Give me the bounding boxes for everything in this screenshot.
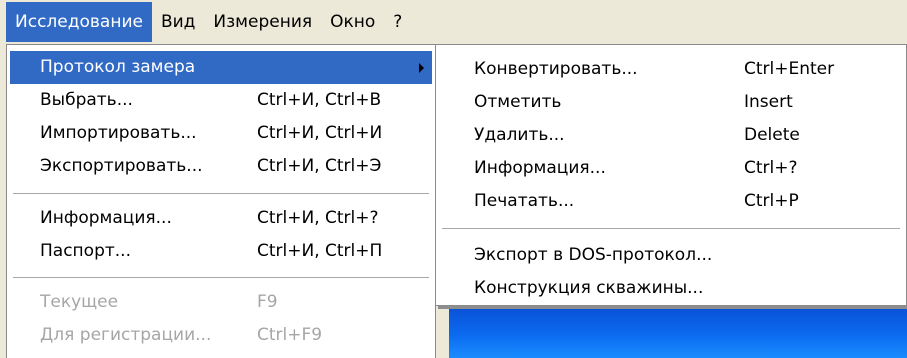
menu-item-shortcut: Ctrl+И, Ctrl+? [257, 208, 379, 228]
menu-item-otmetit[interactable]: Отметить Insert [436, 86, 906, 119]
menu-bar: Исследование Вид Измерения Окно ? [0, 0, 907, 44]
menu-item-label: Экспортировать... [40, 156, 203, 176]
menu-item-importirovat[interactable]: Импортировать... Ctrl+И, Ctrl+И [7, 117, 435, 150]
menu-item-shortcut: Ctrl+F9 [257, 325, 323, 345]
menu-item-shortcut: Ctrl+Enter [744, 59, 835, 79]
menu-item-shortcut: Ctrl+И, Ctrl+В [257, 90, 382, 110]
menu-item-label: Удалить... [474, 125, 565, 145]
menu-item-tekushchee: Текущее F9 [7, 286, 435, 319]
menu-item-label: Отметить [474, 92, 562, 112]
menu-item-shortcut: Ctrl+И, Ctrl+И [257, 123, 383, 143]
menu-item-pechatat[interactable]: Печатать... Ctrl+P [436, 185, 906, 218]
menu-help[interactable]: ? [384, 2, 411, 42]
menu-item-protokol-zamera[interactable]: Протокол замера [10, 51, 432, 84]
menu-separator [13, 277, 429, 279]
menu-vid[interactable]: Вид [152, 2, 204, 42]
menu-izmereniya[interactable]: Измерения [204, 2, 321, 42]
menu-separator [442, 228, 900, 230]
menu-issledovanie[interactable]: Исследование [6, 2, 152, 42]
menu-item-label: Конвертировать... [474, 59, 638, 79]
menu-item-eksport-dos[interactable]: Экспорт в DOS-протокол... [436, 239, 906, 272]
menu-item-label: Информация... [40, 208, 172, 228]
menu-item-label: Импортировать... [40, 123, 197, 143]
menu-item-eksportirovat[interactable]: Экспортировать... Ctrl+И, Ctrl+Э [7, 150, 435, 183]
menu-item-informaciya-sub[interactable]: Информация... Ctrl+? [436, 152, 906, 185]
menu-item-udalit[interactable]: Удалить... Delete [436, 119, 906, 152]
protokol-zamera-submenu: Конвертировать... Ctrl+Enter Отметить In… [435, 44, 907, 306]
menu-item-vybrat[interactable]: Выбрать... Ctrl+И, Ctrl+В [7, 84, 435, 117]
menu-item-shortcut: Ctrl+И, Ctrl+Э [257, 156, 382, 176]
menu-item-shortcut: Ctrl+P [744, 191, 799, 211]
menu-item-label: Печатать... [474, 191, 575, 211]
menu-item-label: Протокол замера [40, 57, 196, 77]
menu-item-dlya-registracii: Для регистрации... Ctrl+F9 [7, 319, 435, 352]
menu-item-label: Текущее [40, 292, 119, 312]
menu-okno[interactable]: Окно [321, 2, 384, 42]
menu-item-label: Конструкция скважины... [474, 278, 704, 298]
menu-item-shortcut: Delete [744, 125, 800, 145]
menu-item-konstrukciya-skvazhiny[interactable]: Конструкция скважины... [436, 272, 906, 305]
menu-item-konvertirovat[interactable]: Конвертировать... Ctrl+Enter [436, 53, 906, 86]
issledovanie-dropdown: Протокол замера Выбрать... Ctrl+И, Ctrl+… [6, 44, 436, 358]
menu-item-shortcut: F9 [257, 292, 278, 312]
menu-item-label: Для регистрации... [40, 325, 212, 345]
menu-item-label: Экспорт в DOS-протокол... [474, 245, 713, 265]
menu-item-informaciya[interactable]: Информация... Ctrl+И, Ctrl+? [7, 202, 435, 235]
menu-item-shortcut: Ctrl+? [744, 158, 798, 178]
desktop-background [449, 306, 907, 358]
menu-separator [13, 193, 429, 195]
menu-item-label: Информация... [474, 158, 606, 178]
menu-item-shortcut: Ctrl+И, Ctrl+П [257, 241, 383, 261]
menu-item-label: Паспорт... [40, 241, 131, 261]
menu-item-label: Выбрать... [40, 90, 133, 110]
menu-item-pasport[interactable]: Паспорт... Ctrl+И, Ctrl+П [7, 235, 435, 268]
menu-item-shortcut: Insert [744, 92, 793, 112]
submenu-arrow-icon [419, 63, 424, 73]
